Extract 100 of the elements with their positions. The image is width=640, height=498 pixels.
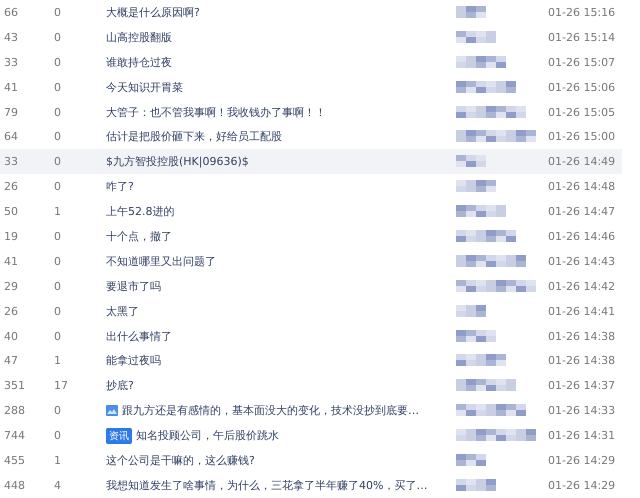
post-time: 01-26 14:48 [548, 180, 616, 194]
post-row[interactable]: 19 0 十个点，撤了 01-26 14:46 [0, 224, 622, 249]
comment-count: 0 [54, 6, 62, 19]
post-title[interactable]: 知名投顾公司，午后股价跳水 [136, 428, 279, 444]
post-time: 01-26 14:29 [548, 478, 616, 492]
comment-count: 0 [54, 180, 62, 194]
comment-count: 0 [54, 404, 62, 418]
read-count: 351 [4, 379, 26, 392]
post-title[interactable]: 出什么事情了 [106, 328, 172, 344]
post-title[interactable]: 要退市了吗 [106, 278, 161, 294]
pixelated-name [456, 230, 516, 242]
post-row[interactable]: 50 1 上午52.8进的 01-26 14:47 [0, 199, 622, 224]
post-time: 01-26 15:07 [548, 56, 616, 69]
post-time: 01-26 15:00 [548, 130, 616, 144]
post-time: 01-26 15:05 [548, 106, 616, 118]
post-title[interactable]: 我想知道发生了啥事情，为什么，三花拿了半年赚了40%，买了… [106, 478, 428, 493]
post-time: 01-26 14:37 [548, 379, 616, 392]
pixelated-name [456, 330, 496, 342]
comment-count: 0 [54, 30, 62, 44]
post-time: 01-26 14:42 [548, 280, 616, 293]
post-row[interactable]: 26 0 太黑了 01-26 14:41 [0, 298, 622, 324]
post-time: 01-26 14:49 [548, 155, 616, 168]
comment-count: 0 [54, 304, 62, 318]
read-count: 448 [4, 478, 26, 492]
post-row[interactable]: 33 0 $九方智投控股(HK|09636)$ 01-26 14:49 [0, 149, 622, 174]
post-row[interactable]: 29 0 要退市了吗 01-26 14:42 [0, 274, 622, 299]
post-row[interactable]: 41 0 今天知识开胃菜 01-26 15:06 [0, 74, 622, 100]
post-title[interactable]: $九方智投控股(HK|09636)$ [106, 154, 249, 170]
post-row[interactable]: 448 4 我想知道发生了啥事情，为什么，三花拿了半年赚了40%，买了… 01-26 14:29 [0, 472, 622, 498]
post-title[interactable]: 抄底? [106, 378, 134, 394]
post-row[interactable]: 43 0 山高控股翻版 01-26 15:14 [0, 24, 622, 50]
read-count: 64 [4, 130, 19, 144]
post-time: 01-26 14:43 [548, 254, 616, 268]
post-title[interactable]: 咋了? [106, 179, 134, 194]
post-title[interactable]: 今天知识开胃菜 [106, 80, 183, 95]
comment-count: 0 [54, 280, 62, 293]
read-count: 40 [4, 330, 19, 343]
post-time: 01-26 15:14 [548, 30, 616, 44]
pixelated-name [456, 155, 486, 168]
pixelated-name [456, 304, 486, 317]
read-count: 26 [4, 180, 19, 194]
post-title[interactable]: 谁敢持仓过夜 [106, 54, 172, 70]
post-title[interactable]: 能拿过夜吗 [106, 353, 161, 368]
read-count: 29 [4, 280, 19, 293]
comment-count: 0 [54, 254, 62, 268]
post-title[interactable]: 大概是什么原因啊? [106, 4, 200, 20]
post-row[interactable]: 41 0 不知道哪里又出问题了 01-26 14:43 [0, 248, 622, 274]
pixelated-name [456, 180, 496, 192]
post-row[interactable]: 66 0 大概是什么原因啊? 01-26 15:16 [0, 0, 622, 25]
read-count: 33 [4, 56, 19, 69]
post-row[interactable]: 288 0 跟九方还是有感情的，基本面没大的变化，技术没抄到底要… 01-26 14:33 [0, 398, 622, 424]
read-count: 41 [4, 80, 19, 94]
pixelated-name [456, 404, 526, 416]
post-row[interactable]: 744 0 资讯 知名投顾公司，午后股价跳水 01-26 14:31 [0, 423, 622, 448]
read-count: 41 [4, 254, 19, 268]
post-title[interactable]: 大管子：也不管我事啊！我收钱办了事啊！！ [106, 104, 326, 120]
comment-count: 0 [54, 330, 62, 343]
post-time: 01-26 14:47 [548, 205, 616, 218]
pixelated-name [456, 106, 526, 118]
post-row[interactable]: 33 0 谁敢持仓过夜 01-26 15:07 [0, 50, 622, 75]
post-time: 01-26 14:38 [548, 330, 616, 343]
pixelated-name [456, 354, 506, 366]
post-time: 01-26 15:16 [548, 6, 616, 19]
comment-count: 1 [54, 454, 62, 467]
post-row[interactable]: 455 1 这个公司是干嘛的，这么赚钱? 01-26 14:29 [0, 448, 622, 473]
comment-count: 4 [54, 478, 62, 492]
pixelated-name [456, 454, 486, 466]
post-title[interactable]: 上午52.8进的 [106, 204, 174, 220]
post-row[interactable]: 47 1 能拿过夜吗 01-26 14:38 [0, 348, 622, 374]
pixelated-name [456, 6, 486, 18]
post-title[interactable]: 估计是把股价砸下来，好给员工配股 [106, 129, 282, 144]
post-title[interactable]: 山高控股翻版 [106, 30, 172, 45]
read-count: 79 [4, 106, 19, 118]
post-title[interactable]: 这个公司是干嘛的，这么赚钱? [106, 452, 255, 468]
read-count: 33 [4, 155, 19, 168]
post-time: 01-26 14:38 [548, 354, 616, 368]
post-title[interactable]: 太黑了 [106, 304, 139, 319]
post-row[interactable]: 40 0 出什么事情了 01-26 14:38 [0, 324, 622, 348]
post-row[interactable]: 64 0 估计是把股价砸下来，好给员工配股 01-26 15:00 [0, 124, 622, 150]
image-icon [106, 405, 118, 416]
read-count: 66 [4, 6, 19, 19]
post-time: 01-26 14:33 [548, 404, 616, 418]
comment-count: 0 [54, 429, 62, 442]
pixelated-name [456, 478, 496, 491]
post-title[interactable]: 跟九方还是有感情的，基本面没大的变化，技术没抄到底要… [122, 403, 419, 418]
comment-count: 1 [54, 354, 62, 368]
post-row[interactable]: 351 17 抄底? 01-26 14:37 [0, 373, 622, 398]
post-title[interactable]: 不知道哪里又出问题了 [106, 254, 216, 269]
comment-count: 0 [54, 56, 62, 69]
pixelated-name [456, 205, 506, 218]
post-time: 01-26 14:41 [548, 304, 616, 318]
read-count: 288 [4, 404, 26, 418]
read-count: 50 [4, 205, 19, 218]
post-row[interactable]: 79 0 大管子：也不管我事啊！我收钱办了事啊！！ 01-26 15:05 [0, 100, 622, 124]
post-time: 01-26 14:31 [548, 429, 616, 442]
post-row[interactable]: 26 0 咋了? 01-26 14:48 [0, 174, 622, 200]
pixelated-name [456, 254, 526, 267]
read-count: 43 [4, 30, 19, 44]
post-time: 01-26 15:06 [548, 80, 616, 94]
post-title[interactable]: 十个点，撤了 [106, 228, 172, 244]
